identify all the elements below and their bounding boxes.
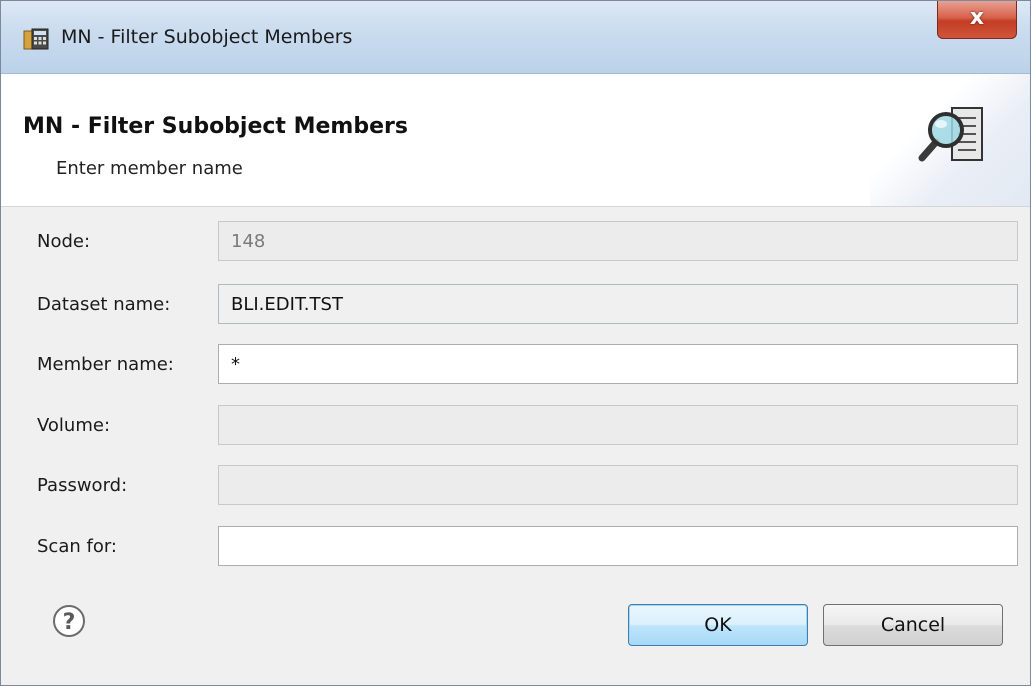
scan-for-field[interactable] <box>218 526 1018 566</box>
member-name-label: Member name: <box>37 354 174 375</box>
ok-button[interactable]: OK <box>628 604 808 646</box>
magnifier-document-icon <box>918 107 983 162</box>
title-bar[interactable]: MN - Filter Subobject Members x <box>1 1 1030 74</box>
cancel-button[interactable]: Cancel <box>823 604 1003 646</box>
dataset-name-label: Dataset name: <box>37 294 171 315</box>
header-banner: MN - Filter Subobject Members Enter memb… <box>1 74 1030 207</box>
close-button[interactable]: x <box>937 1 1017 39</box>
form-row-volume: Volume: <box>1 405 1030 449</box>
form-row-node: Node: <box>1 221 1030 265</box>
calculator-icon <box>23 28 49 50</box>
banner-title: MN - Filter Subobject Members <box>23 114 408 139</box>
form-row-member-name: Member name: <box>1 344 1030 388</box>
scan-for-label: Scan for: <box>37 536 117 557</box>
svg-text:?: ? <box>63 610 76 635</box>
dataset-name-field[interactable] <box>218 284 1018 324</box>
dialog-window: MN - Filter Subobject Members x MN - Fil… <box>0 0 1031 686</box>
help-icon[interactable]: ? <box>52 604 86 638</box>
form-row-password: Password: <box>1 465 1030 509</box>
close-icon: x <box>969 5 985 30</box>
volume-label: Volume: <box>37 415 111 436</box>
form-row-dataset-name: Dataset name: <box>1 284 1030 328</box>
form-row-scan-for: Scan for: <box>1 526 1030 570</box>
member-name-field[interactable] <box>218 344 1018 384</box>
banner-subtitle: Enter member name <box>56 158 243 179</box>
window-title: MN - Filter Subobject Members <box>61 26 353 48</box>
help-icon-glyph: ? <box>53 605 85 637</box>
node-label: Node: <box>37 231 91 252</box>
password-field <box>218 465 1018 505</box>
node-field <box>218 221 1018 261</box>
password-label: Password: <box>37 475 128 496</box>
volume-field <box>218 405 1018 445</box>
